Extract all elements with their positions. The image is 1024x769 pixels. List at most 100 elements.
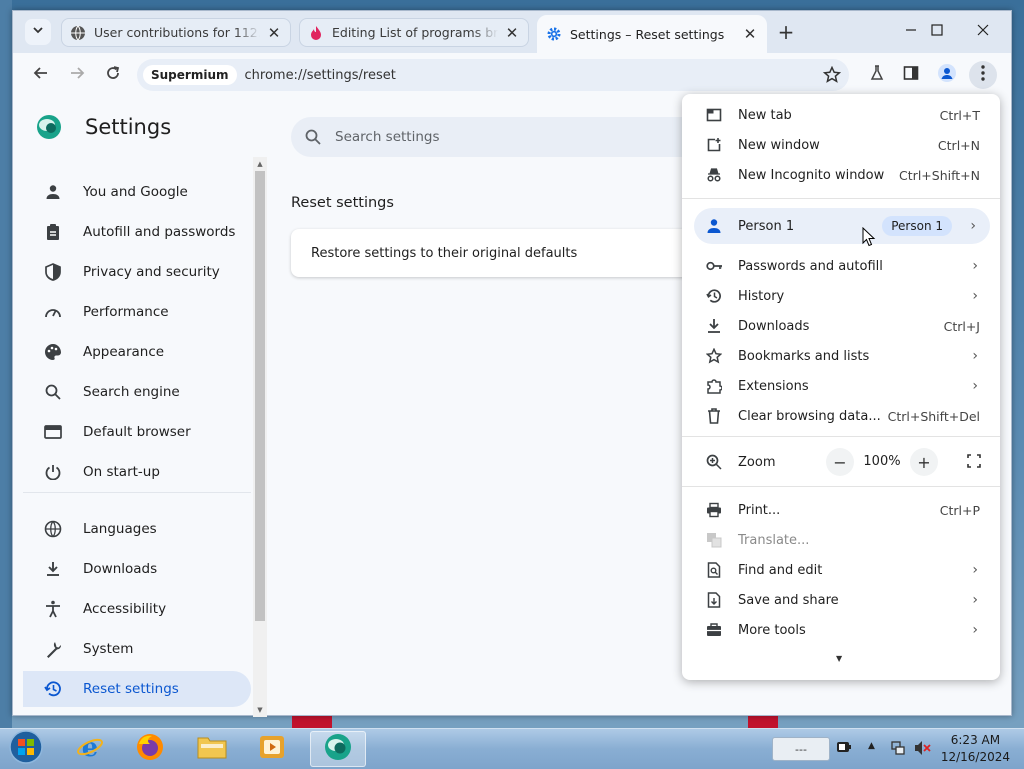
sidebar-item-label: System bbox=[83, 641, 134, 657]
taskbar-internet-explorer[interactable]: e bbox=[66, 731, 114, 767]
labs-button[interactable] bbox=[863, 61, 891, 89]
firefox-icon bbox=[135, 732, 165, 766]
sidebar-item-accessibility[interactable]: Accessibility bbox=[23, 591, 251, 627]
flask-icon bbox=[869, 65, 885, 85]
sidebar-item-reset-settings[interactable]: Reset settings bbox=[23, 671, 251, 707]
menu-item-label: Passwords and autofill bbox=[738, 258, 883, 274]
sidebar-item-label: Accessibility bbox=[83, 601, 167, 617]
battery-icon[interactable] bbox=[836, 740, 852, 758]
menu-shortcut: Ctrl+Shift+Del bbox=[887, 408, 980, 424]
menu-item-find-and-edit[interactable]: Find and edit › bbox=[682, 555, 1000, 585]
sidebar-item-on-startup[interactable]: On start-up bbox=[23, 454, 251, 490]
new-tab-button[interactable]: + bbox=[775, 21, 797, 43]
back-button[interactable] bbox=[27, 61, 55, 89]
taskbar-media-player[interactable] bbox=[248, 731, 296, 767]
volume-muted-icon[interactable] bbox=[914, 740, 932, 760]
taskbar-supermium[interactable] bbox=[310, 731, 366, 767]
taskbar-file-explorer[interactable] bbox=[188, 731, 236, 767]
chevron-right-icon: › bbox=[972, 562, 978, 578]
close-icon[interactable]: ✕ bbox=[266, 24, 282, 42]
restore-defaults-card[interactable]: Restore settings to their original defau… bbox=[291, 229, 711, 277]
chevron-right-icon: › bbox=[972, 258, 978, 274]
fullscreen-button[interactable] bbox=[960, 448, 988, 476]
zoom-in-button[interactable]: + bbox=[910, 448, 938, 476]
start-button[interactable] bbox=[6, 730, 46, 768]
reload-button[interactable] bbox=[99, 61, 127, 89]
menu-item-new-incognito[interactable]: New Incognito window Ctrl+Shift+N bbox=[682, 160, 1000, 190]
sidebar-item-appearance[interactable]: Appearance bbox=[23, 334, 251, 370]
menu-scroll-down-icon[interactable]: ▼ bbox=[836, 654, 842, 663]
supermium-icon bbox=[323, 732, 353, 766]
forward-button[interactable] bbox=[63, 61, 91, 89]
close-window-button[interactable] bbox=[963, 19, 1003, 45]
menu-item-history[interactable]: History › bbox=[682, 281, 1000, 311]
menu-item-person[interactable]: Person 1 Person 1 › bbox=[694, 208, 990, 244]
menu-item-label: Translate... bbox=[738, 532, 810, 548]
key-icon bbox=[706, 258, 722, 274]
toolbox-icon bbox=[706, 622, 722, 638]
clock[interactable]: 6:23 AM 12/16/2024 bbox=[941, 732, 1010, 766]
sidebar-item-autofill[interactable]: Autofill and passwords bbox=[23, 214, 251, 250]
close-icon[interactable]: ✕ bbox=[742, 25, 758, 43]
sidebar-item-privacy[interactable]: Privacy and security bbox=[23, 254, 251, 290]
menu-item-new-window[interactable]: New window Ctrl+N bbox=[682, 130, 1000, 160]
tab-editing-list[interactable]: Editing List of programs broad... ✕ bbox=[299, 18, 529, 47]
bookmark-star-icon[interactable] bbox=[821, 64, 843, 86]
sidebar-item-default-browser[interactable]: Default browser bbox=[23, 414, 251, 450]
menu-item-label: History bbox=[738, 288, 785, 304]
sidebar-scrollbar[interactable]: ▲ ▼ bbox=[253, 157, 267, 717]
site-chip[interactable]: Supermium bbox=[143, 65, 237, 85]
address-bar[interactable]: Supermium chrome://settings/reset bbox=[137, 59, 849, 91]
tab-user-contributions[interactable]: User contributions for 112.202... ✕ bbox=[61, 18, 291, 47]
maximize-button[interactable] bbox=[917, 19, 957, 45]
scrollbar-thumb[interactable] bbox=[255, 171, 265, 621]
chevron-right-icon: › bbox=[972, 378, 978, 394]
history-icon bbox=[43, 679, 63, 699]
scroll-down-arrow[interactable]: ▼ bbox=[255, 705, 265, 715]
taskbar: e --- ▲ 6:23 AM 12/16/2024 bbox=[0, 728, 1024, 769]
zoom-out-button[interactable]: − bbox=[826, 448, 854, 476]
menu-item-translate[interactable]: Translate... bbox=[682, 525, 1000, 555]
menu-item-downloads[interactable]: Downloads Ctrl+J bbox=[682, 311, 1000, 341]
url-text[interactable]: chrome://settings/reset bbox=[245, 68, 396, 83]
clock-time: 6:23 AM bbox=[950, 733, 1001, 747]
menu-item-more-tools[interactable]: More tools › bbox=[682, 615, 1000, 645]
sidebar-item-languages[interactable]: Languages bbox=[23, 511, 251, 547]
scroll-up-arrow[interactable]: ▲ bbox=[255, 159, 265, 169]
wrench-icon bbox=[43, 639, 63, 659]
puzzle-icon bbox=[706, 378, 722, 394]
mouse-cursor-icon bbox=[862, 226, 876, 251]
menu-item-extensions[interactable]: Extensions › bbox=[682, 371, 1000, 401]
taskbar-firefox[interactable] bbox=[126, 731, 174, 767]
sidebar-item-you-and-google[interactable]: You and Google bbox=[23, 174, 251, 210]
sidebar-item-label: Appearance bbox=[83, 344, 165, 360]
tab-search-button[interactable] bbox=[25, 19, 51, 45]
restore-defaults-label: Restore settings to their original defau… bbox=[311, 245, 578, 261]
maximize-icon bbox=[931, 24, 943, 40]
search-settings-input[interactable]: Search settings bbox=[291, 117, 711, 157]
menu-item-clear-browsing-data[interactable]: Clear browsing data... Ctrl+Shift+Del bbox=[682, 401, 1000, 431]
sidebar-item-downloads[interactable]: Downloads bbox=[23, 551, 251, 587]
tab-settings[interactable]: Settings – Reset settings ✕ bbox=[537, 15, 767, 53]
menu-item-save-and-share[interactable]: Save and share › bbox=[682, 585, 1000, 615]
tray-input-box[interactable]: --- bbox=[772, 737, 830, 761]
customize-menu-button[interactable] bbox=[969, 61, 997, 89]
tab-title: User contributions for 112.202... bbox=[94, 25, 260, 40]
sidebar-item-performance[interactable]: Performance bbox=[23, 294, 251, 330]
download-icon bbox=[43, 559, 63, 579]
profile-button[interactable] bbox=[933, 61, 961, 89]
sidebar-item-search-engine[interactable]: Search engine bbox=[23, 374, 251, 410]
sidebar-item-system[interactable]: System bbox=[23, 631, 251, 667]
side-panel-button[interactable] bbox=[897, 61, 925, 89]
show-hidden-icons-icon[interactable]: ▲ bbox=[868, 741, 875, 751]
menu-item-passwords[interactable]: Passwords and autofill › bbox=[682, 251, 1000, 281]
menu-item-label: Clear browsing data... bbox=[738, 408, 881, 424]
menu-item-new-tab[interactable]: New tab Ctrl+T bbox=[682, 100, 1000, 130]
menu-item-label: More tools bbox=[738, 622, 806, 638]
profile-icon bbox=[938, 64, 956, 86]
menu-item-print[interactable]: Print... Ctrl+P bbox=[682, 495, 1000, 525]
menu-item-bookmarks[interactable]: Bookmarks and lists › bbox=[682, 341, 1000, 371]
network-icon[interactable] bbox=[890, 740, 906, 760]
history-icon bbox=[706, 288, 722, 304]
close-icon[interactable]: ✕ bbox=[504, 24, 520, 42]
